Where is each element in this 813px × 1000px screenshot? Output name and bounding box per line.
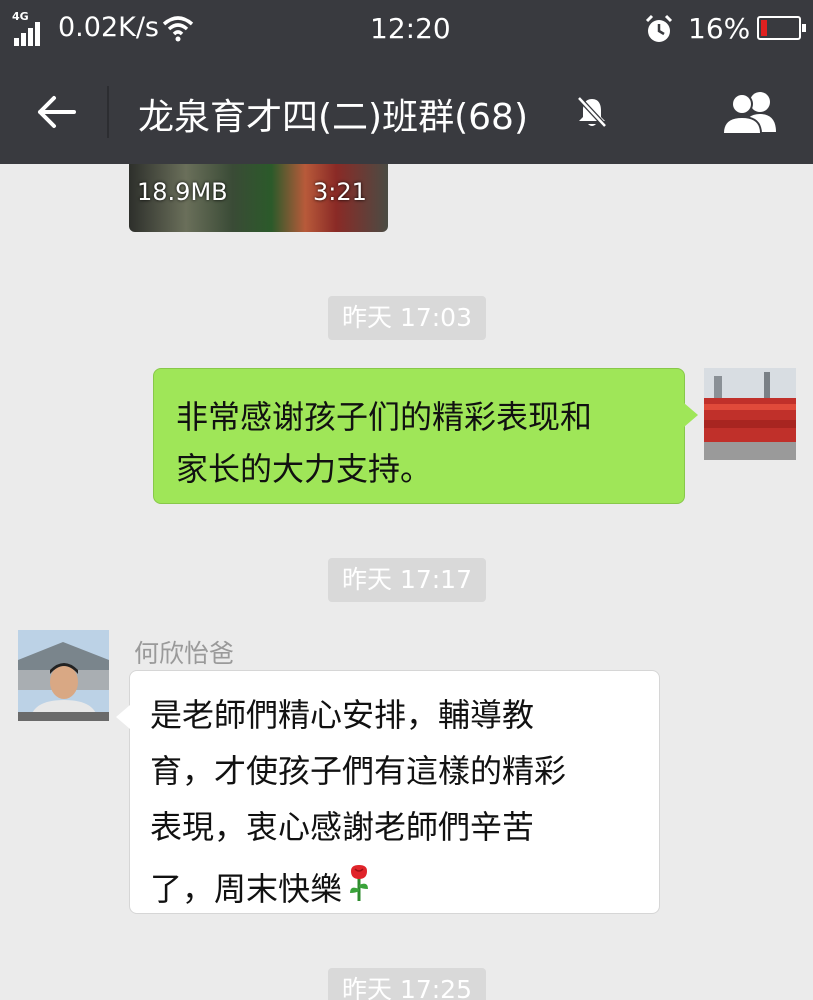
network-speed: 0.02K/s (58, 12, 159, 43)
alarm-icon (643, 13, 675, 49)
chat-header: 龙泉育才四(二)班群(68) (0, 58, 813, 164)
outgoing-message[interactable]: 非常感谢孩子们的精彩表现和 家长的大力支持。 (153, 368, 698, 504)
video-duration: 3:21 (313, 178, 367, 206)
header-divider (107, 86, 109, 138)
chat-title: 龙泉育才四(二)班群(68) (138, 97, 528, 138)
clock: 12:20 (370, 12, 451, 45)
message-line: 家长的大力支持。 (176, 450, 433, 488)
battery-percent: 16% (688, 12, 751, 45)
video-message[interactable]: 18.9MB 3:21 (129, 164, 388, 232)
message-line: 表現，衷心感謝老師們辛苦 (150, 808, 535, 846)
message-list[interactable]: 18.9MB 3:21 昨天 17:03 非常感谢孩子们的精彩表现和 家长的大力… (0, 164, 813, 1000)
timestamp: 昨天 17:25 (328, 968, 486, 1000)
sender-name: 何欣怡爸 (134, 639, 235, 668)
timestamp: 昨天 17:03 (328, 296, 486, 340)
bell-muted-icon (574, 94, 610, 134)
message-line: 育，才使孩子們有這樣的精彩 (150, 752, 567, 790)
incoming-message[interactable]: 是老師們精心安排，輔導教 育，才使孩子們有這樣的精彩 表現，衷心感謝老師們辛苦 … (116, 670, 660, 914)
signal-icon: 4G (12, 10, 50, 46)
message-line: 是老師們精心安排，輔導教 (150, 696, 535, 734)
message-line: 非常感谢孩子们的精彩表现和 (176, 398, 593, 436)
rose-icon (346, 863, 372, 920)
avatar[interactable] (704, 368, 796, 460)
video-size: 18.9MB (137, 178, 228, 206)
back-arrow-icon[interactable] (34, 90, 78, 134)
message-last-line: 了，周末快樂 (150, 861, 643, 920)
status-bar: 4G 0.02K/s 12:20 16% (0, 0, 813, 58)
wifi-icon (162, 14, 194, 46)
battery-icon (757, 16, 806, 40)
timestamp: 昨天 17:17 (328, 558, 486, 602)
message-line: 了，周末快樂 (150, 870, 343, 908)
avatar[interactable] (18, 630, 109, 721)
people-icon[interactable] (718, 88, 782, 138)
